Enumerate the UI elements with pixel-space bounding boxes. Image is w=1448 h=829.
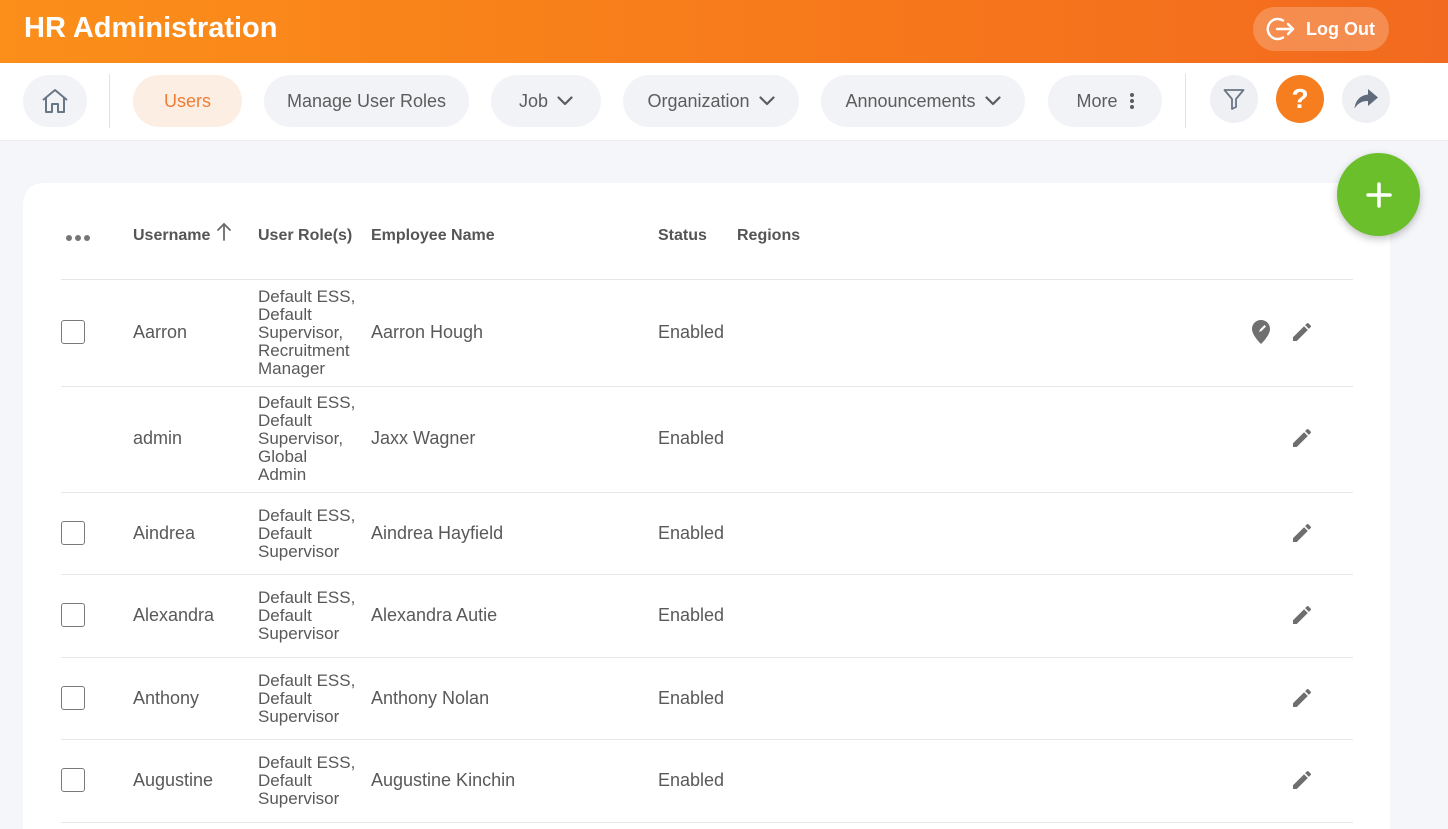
chevron-down-icon bbox=[984, 96, 1001, 106]
employee-name-cell: Jaxx Wagner bbox=[371, 428, 476, 448]
nav-bar: Users Manage User Roles Job Organization… bbox=[0, 63, 1448, 141]
tab-organization-label: Organization bbox=[647, 90, 750, 111]
row-checkbox[interactable] bbox=[61, 603, 85, 627]
status-cell: Enabled bbox=[658, 770, 725, 790]
tab-users[interactable]: Users bbox=[133, 75, 242, 127]
page-title: HR Administration bbox=[24, 12, 278, 44]
edit-icon[interactable] bbox=[1290, 426, 1314, 450]
plus-icon bbox=[1365, 181, 1392, 208]
roles-cell: Default ESS, Default Supervisor bbox=[258, 588, 356, 643]
column-header-status[interactable]: Status bbox=[658, 227, 707, 245]
username-cell: Anthony bbox=[133, 688, 200, 708]
filter-button[interactable] bbox=[1210, 75, 1258, 123]
nav-divider bbox=[109, 74, 110, 128]
row-divider bbox=[61, 574, 1353, 575]
row-divider bbox=[61, 657, 1353, 658]
row-divider bbox=[61, 822, 1353, 823]
tab-more-label: More bbox=[1076, 90, 1118, 111]
column-header-user-roles[interactable]: User Role(s) bbox=[258, 227, 352, 245]
share-button[interactable] bbox=[1342, 75, 1390, 123]
row-checkbox[interactable] bbox=[61, 768, 85, 792]
help-button[interactable]: ? bbox=[1276, 75, 1324, 123]
help-icon: ? bbox=[1291, 83, 1309, 114]
add-user-button[interactable] bbox=[1337, 153, 1420, 236]
username-cell: admin bbox=[133, 428, 183, 448]
logout-icon bbox=[1266, 16, 1296, 42]
roles-cell: Default ESS, Default Supervisor bbox=[258, 671, 356, 726]
app-header: HR Administration Log Out bbox=[0, 0, 1448, 63]
region-pin-icon[interactable] bbox=[1251, 319, 1271, 345]
row-divider bbox=[61, 492, 1353, 493]
nav-divider bbox=[1185, 74, 1186, 128]
username-cell: Aarron bbox=[133, 322, 188, 342]
tab-users-label: Users bbox=[163, 90, 211, 111]
employee-name-cell: Augustine Kinchin bbox=[371, 770, 516, 790]
column-header-employee-name[interactable]: Employee Name bbox=[371, 227, 495, 245]
row-checkbox[interactable] bbox=[61, 686, 85, 710]
edit-icon[interactable] bbox=[1290, 603, 1314, 627]
tab-announcements[interactable]: Announcements bbox=[821, 75, 1025, 127]
sort-ascending-icon[interactable] bbox=[216, 222, 232, 242]
status-cell: Enabled bbox=[658, 605, 725, 625]
employee-name-cell: Aarron Hough bbox=[371, 322, 484, 342]
column-header-regions[interactable]: Regions bbox=[737, 227, 800, 245]
row-divider bbox=[61, 279, 1353, 280]
tab-announcements-label: Announcements bbox=[845, 90, 976, 111]
employee-name-cell: Anthony Nolan bbox=[371, 688, 490, 708]
tab-job-label: Job bbox=[518, 90, 549, 111]
tab-job[interactable]: Job bbox=[491, 75, 601, 127]
tab-manage-user-roles-label: Manage User Roles bbox=[286, 90, 447, 111]
status-cell: Enabled bbox=[658, 688, 725, 708]
filter-icon bbox=[1223, 89, 1245, 110]
home-icon bbox=[42, 89, 68, 113]
row-checkbox[interactable] bbox=[61, 521, 85, 545]
chevron-down-icon bbox=[758, 96, 775, 106]
logout-button[interactable]: Log Out bbox=[1253, 7, 1389, 51]
row-divider bbox=[61, 739, 1353, 740]
roles-cell: Default ESS, Default Supervisor, Recruitmen… bbox=[258, 287, 356, 378]
status-cell: Enabled bbox=[658, 322, 725, 342]
row-divider bbox=[61, 386, 1353, 387]
status-cell: Enabled bbox=[658, 523, 725, 543]
employee-name-cell: Alexandra Autie bbox=[371, 605, 498, 625]
roles-cell: Default ESS, Default Supervisor bbox=[258, 753, 356, 808]
tab-more[interactable]: More bbox=[1048, 75, 1162, 127]
status-cell: Enabled bbox=[658, 428, 725, 448]
roles-cell: Default ESS, Default Supervisor, Global Admi… bbox=[258, 393, 356, 484]
edit-icon[interactable] bbox=[1290, 768, 1314, 792]
logout-label: Log Out bbox=[1306, 18, 1375, 39]
edit-icon[interactable] bbox=[1290, 521, 1314, 545]
tab-manage-user-roles[interactable]: Manage User Roles bbox=[264, 75, 469, 127]
home-button[interactable] bbox=[23, 75, 87, 127]
username-cell: Aindrea bbox=[133, 523, 196, 543]
roles-cell: Default ESS, Default Supervisor bbox=[258, 506, 356, 561]
table-options-icon[interactable] bbox=[66, 235, 90, 241]
tab-organization[interactable]: Organization bbox=[623, 75, 799, 127]
username-cell: Augustine bbox=[133, 770, 214, 790]
edit-icon[interactable] bbox=[1290, 686, 1314, 710]
username-cell: Alexandra bbox=[133, 605, 215, 625]
edit-icon[interactable] bbox=[1290, 320, 1314, 344]
row-checkbox[interactable] bbox=[61, 320, 85, 344]
share-icon bbox=[1354, 89, 1378, 109]
employee-name-cell: Aindrea Hayfield bbox=[371, 523, 504, 543]
more-vertical-icon bbox=[1129, 93, 1134, 109]
column-header-username[interactable]: Username bbox=[133, 227, 210, 245]
chevron-down-icon bbox=[557, 96, 573, 106]
